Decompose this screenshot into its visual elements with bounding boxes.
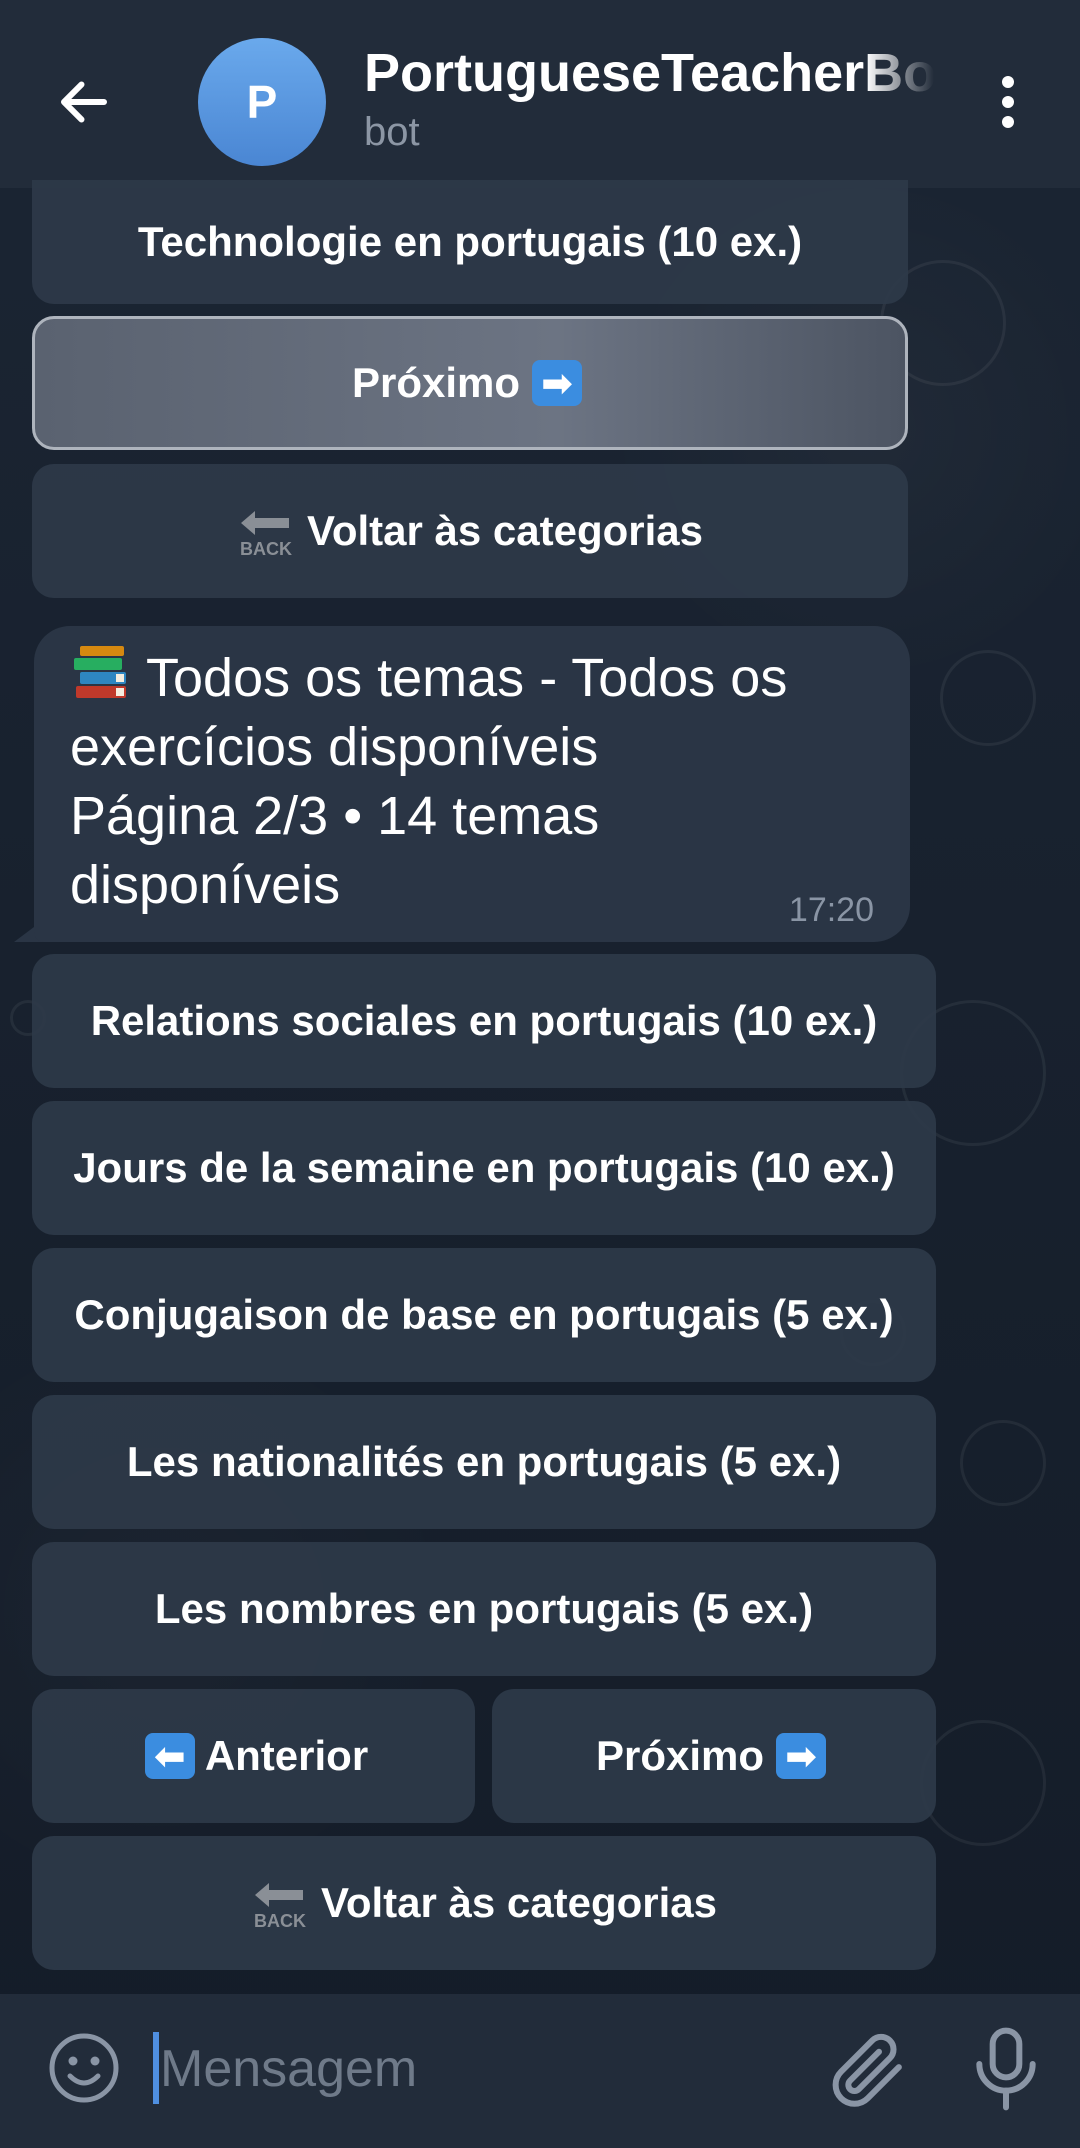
- svg-text:BACK: BACK: [240, 539, 292, 559]
- chat-title-block[interactable]: PortugueseTeacherBot bot: [364, 40, 934, 158]
- avatar-letter: P: [246, 76, 278, 128]
- back-arrow-icon: BACK: [251, 1875, 309, 1931]
- message-text: Todos os temas - Todos os exercícios dis…: [70, 644, 874, 920]
- topic-button-label: Relations sociales en portugais (10 ex.): [90, 997, 878, 1044]
- back-button[interactable]: [44, 62, 124, 142]
- more-options-button[interactable]: [978, 62, 1038, 142]
- topic-button-label: Les nombres en portugais (5 ex.): [154, 1585, 814, 1632]
- books-icon: [74, 646, 126, 698]
- back-arrow-icon: BACK: [237, 503, 295, 559]
- next-page-button-top[interactable]: Próximo ➡: [32, 316, 908, 450]
- arrow-left-box-icon: ⬅: [144, 1733, 195, 1779]
- more-vertical-icon: [1002, 76, 1014, 128]
- message-line-2: Página 2/3 • 14 temas disponíveis: [70, 786, 600, 915]
- paperclip-icon: [832, 2033, 902, 2107]
- text-caret: [153, 2032, 159, 2104]
- microphone-button[interactable]: [966, 2024, 1046, 2114]
- emoji-button[interactable]: [46, 2030, 122, 2106]
- back-button-label: Voltar às categorias: [306, 507, 704, 554]
- back-button-label: Voltar às categorias: [320, 1879, 718, 1926]
- message-time: 17:20: [788, 891, 874, 929]
- topic-button-technologie[interactable]: Technologie en portugais (10 ex.): [32, 180, 908, 304]
- topic-button-jours-semaine[interactable]: Jours de la semaine en portugais (10 ex.…: [32, 1101, 936, 1235]
- previous-page-button[interactable]: ⬅ Anterior: [32, 1689, 475, 1823]
- chat-header: P PortugueseTeacherBot bot: [0, 0, 1080, 188]
- topic-button-relations-sociales[interactable]: Relations sociales en portugais (10 ex.): [32, 954, 936, 1088]
- next-page-button[interactable]: Próximo ➡: [492, 1689, 936, 1823]
- topic-button-nationalites[interactable]: Les nationalités en portugais (5 ex.): [32, 1395, 936, 1529]
- next-button-label: Próximo: [351, 359, 521, 406]
- attach-button[interactable]: [822, 2024, 912, 2114]
- topic-button-label: Jours de la semaine en portugais (10 ex.…: [73, 1144, 895, 1191]
- topic-button-nombres[interactable]: Les nombres en portugais (5 ex.): [32, 1542, 936, 1676]
- message-input[interactable]: [160, 2024, 800, 2114]
- topic-button-label: Conjugaison de base en portugais (5 ex.): [74, 1291, 894, 1338]
- microphone-icon: [976, 2027, 1036, 2111]
- next-button-label: Próximo: [595, 1732, 765, 1779]
- arrow-left-icon: [61, 81, 107, 123]
- chat-title: PortugueseTeacherBot: [364, 43, 934, 103]
- smile-icon: [49, 2033, 119, 2103]
- arrow-right-icon: ➡: [776, 1733, 827, 1779]
- message-bubble: Todos os temas - Todos os exercícios dis…: [34, 626, 910, 942]
- message-line-1: Todos os temas - Todos os exercícios dis…: [70, 648, 788, 777]
- topic-button-label: Technologie en portugais (10 ex.): [137, 218, 803, 265]
- topic-button-conjugaison[interactable]: Conjugaison de base en portugais (5 ex.): [32, 1248, 936, 1382]
- back-to-categories-button-top[interactable]: BACK Voltar às categorias: [32, 464, 908, 598]
- message-input-bar: [0, 1994, 1080, 2148]
- chat-subtitle: bot: [364, 110, 420, 154]
- previous-button-label: Anterior: [204, 1732, 369, 1779]
- back-to-categories-button[interactable]: BACK Voltar às categorias: [32, 1836, 936, 1970]
- topic-button-label: Les nationalités en portugais (5 ex.): [126, 1438, 842, 1485]
- avatar[interactable]: P: [198, 38, 326, 166]
- arrow-right-icon: ➡: [532, 360, 583, 406]
- svg-text:BACK: BACK: [254, 1911, 306, 1931]
